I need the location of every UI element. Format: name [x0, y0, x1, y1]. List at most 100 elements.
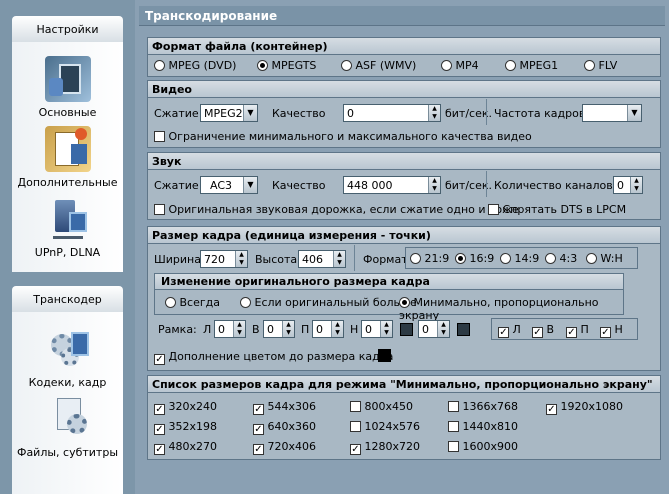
- checkbox[interactable]: ✓: [154, 354, 165, 365]
- sidebar-item-files[interactable]: Файлы, субтитры: [12, 396, 123, 459]
- radio-button[interactable]: [455, 253, 466, 264]
- radio-button[interactable]: [165, 297, 176, 308]
- spin-arrows-icon[interactable]: ▲ ▼: [235, 251, 247, 267]
- border-left-input[interactable]: 0 ▲ ▼: [214, 320, 246, 338]
- side-right-checkbox[interactable]: ✓ П: [566, 323, 589, 338]
- checkbox[interactable]: ✓: [154, 404, 165, 415]
- radio-button[interactable]: [500, 253, 511, 264]
- checkbox[interactable]: ✓: [253, 404, 264, 415]
- spin-arrows-icon[interactable]: ▲ ▼: [333, 251, 345, 267]
- audio-quality-input[interactable]: 448 000 ▲ ▼: [343, 176, 441, 194]
- format-option-mpeg-dvd[interactable]: MPEG (DVD): [154, 59, 236, 72]
- sidebar-item-upnp[interactable]: UPnP, DLNA: [12, 196, 123, 259]
- chevron-down-icon[interactable]: ▼: [243, 177, 257, 193]
- border-top-input[interactable]: 0 ▲ ▼: [263, 320, 295, 338]
- sidebar-header-transcoder[interactable]: Транскодер: [12, 286, 123, 312]
- checkbox[interactable]: [154, 131, 165, 142]
- radio-button[interactable]: [341, 60, 352, 71]
- spin-arrows-icon[interactable]: ▲ ▼: [282, 321, 294, 337]
- checkbox[interactable]: [154, 204, 165, 215]
- size-item[interactable]: 1366x768: [448, 400, 518, 413]
- audio-channels-input[interactable]: 0 ▲ ▼: [613, 176, 643, 194]
- size-item[interactable]: 1600x900: [448, 440, 518, 453]
- radio-button[interactable]: [586, 253, 597, 264]
- size-item[interactable]: 1024x576: [350, 420, 420, 433]
- size-item[interactable]: 800x450: [350, 400, 413, 413]
- size-item[interactable]: 1440x810: [448, 420, 518, 433]
- checkbox[interactable]: ✓: [253, 444, 264, 455]
- side-top-checkbox[interactable]: ✓ В: [532, 323, 554, 338]
- checkbox[interactable]: ✓: [154, 444, 165, 455]
- audio-compression-select[interactable]: AC3 ▼: [200, 176, 258, 194]
- format-option-flv[interactable]: FLV: [584, 59, 617, 72]
- video-framerate-select[interactable]: ▼: [582, 104, 642, 122]
- radio-button[interactable]: [154, 60, 165, 71]
- sidebar-item-basic[interactable]: Основные: [12, 56, 123, 119]
- checkbox[interactable]: ✓: [600, 327, 611, 338]
- resize-option-always[interactable]: Всегда: [165, 296, 220, 309]
- format-option-w-h[interactable]: W:H: [586, 252, 623, 265]
- size-item[interactable]: ✓ 480x270: [154, 440, 217, 455]
- spin-arrows-icon[interactable]: ▲ ▼: [428, 177, 440, 193]
- checkbox[interactable]: ✓: [350, 444, 361, 455]
- chevron-down-icon[interactable]: ▼: [243, 105, 257, 121]
- format-option-mpegts[interactable]: MPEGTS: [257, 59, 316, 72]
- video-quality-input[interactable]: 0 ▲ ▼: [343, 104, 441, 122]
- size-item[interactable]: ✓ 1280x720: [350, 440, 420, 455]
- border-extra-input[interactable]: 0 ▲ ▼: [418, 320, 450, 338]
- size-item[interactable]: ✓ 640x360: [253, 420, 316, 435]
- format-option-14-9[interactable]: 14:9: [500, 252, 539, 265]
- checkbox[interactable]: [350, 401, 361, 412]
- checkbox[interactable]: ✓: [532, 327, 543, 338]
- format-option-4-3[interactable]: 4:3: [545, 252, 577, 265]
- side-left-checkbox[interactable]: ✓ Л: [498, 323, 521, 338]
- side-bottom-checkbox[interactable]: ✓ Н: [600, 323, 623, 338]
- radio-button[interactable]: [410, 253, 421, 264]
- format-option-16-9[interactable]: 16:9: [455, 252, 494, 265]
- format-option-mpeg1[interactable]: MPEG1: [505, 59, 558, 72]
- size-item[interactable]: ✓ 544x306: [253, 400, 316, 415]
- video-limit-checkbox[interactable]: Ограничение минимального и максимального…: [154, 130, 532, 143]
- checkbox[interactable]: ✓: [546, 404, 557, 415]
- checkbox[interactable]: [448, 421, 459, 432]
- audio-original-checkbox[interactable]: Оригинальная звуковая дорожка, если сжат…: [154, 203, 519, 216]
- spin-arrows-icon[interactable]: ▲ ▼: [380, 321, 392, 337]
- sidebar-item-codecs[interactable]: Кодеки, кадр: [12, 326, 123, 389]
- border-color-swatch[interactable]: [400, 323, 413, 336]
- radio-button[interactable]: [240, 297, 251, 308]
- format-option-mp4[interactable]: MP4: [441, 59, 479, 72]
- size-item[interactable]: ✓ 352x198: [154, 420, 217, 435]
- checkbox[interactable]: [488, 204, 499, 215]
- checkbox[interactable]: ✓: [253, 424, 264, 435]
- format-option-21-9[interactable]: 21:9: [410, 252, 449, 265]
- radio-button[interactable]: [257, 60, 268, 71]
- checkbox[interactable]: ✓: [498, 327, 509, 338]
- spin-arrows-icon[interactable]: ▲ ▼: [428, 105, 440, 121]
- spin-arrows-icon[interactable]: ▲ ▼: [331, 321, 343, 337]
- sidebar-header-settings[interactable]: Настройки: [12, 16, 123, 42]
- fill-color-swatch[interactable]: [378, 349, 391, 362]
- spin-arrows-icon[interactable]: ▲ ▼: [630, 177, 642, 193]
- checkbox[interactable]: ✓: [154, 424, 165, 435]
- resize-option-if-larger[interactable]: Если оригинальный больше: [240, 296, 417, 309]
- radio-button[interactable]: [505, 60, 516, 71]
- chevron-down-icon[interactable]: ▼: [627, 105, 641, 121]
- spin-arrows-icon[interactable]: ▲ ▼: [437, 321, 449, 337]
- border-right-input[interactable]: 0 ▲ ▼: [312, 320, 344, 338]
- video-compression-select[interactable]: MPEG2 ▼: [200, 104, 258, 122]
- checkbox[interactable]: ✓: [566, 327, 577, 338]
- checkbox[interactable]: [448, 401, 459, 412]
- checkbox[interactable]: [448, 441, 459, 452]
- border-bottom-input[interactable]: 0 ▲ ▼: [361, 320, 393, 338]
- frame-width-input[interactable]: 720 ▲ ▼: [200, 250, 248, 268]
- spin-arrows-icon[interactable]: ▲ ▼: [233, 321, 245, 337]
- size-item[interactable]: ✓ 1920x1080: [546, 400, 623, 415]
- audio-hide-dts-checkbox[interactable]: Спрятать DTS в LPCM: [488, 203, 626, 216]
- sidebar-item-advanced[interactable]: Дополнительные: [12, 126, 123, 189]
- radio-button[interactable]: [545, 253, 556, 264]
- format-option-asf[interactable]: ASF (WMV): [341, 59, 416, 72]
- radio-button[interactable]: [441, 60, 452, 71]
- size-item[interactable]: ✓ 720x406: [253, 440, 316, 455]
- checkbox[interactable]: [350, 421, 361, 432]
- fill-color-checkbox[interactable]: ✓ Дополнение цветом до размера кадра: [154, 350, 393, 365]
